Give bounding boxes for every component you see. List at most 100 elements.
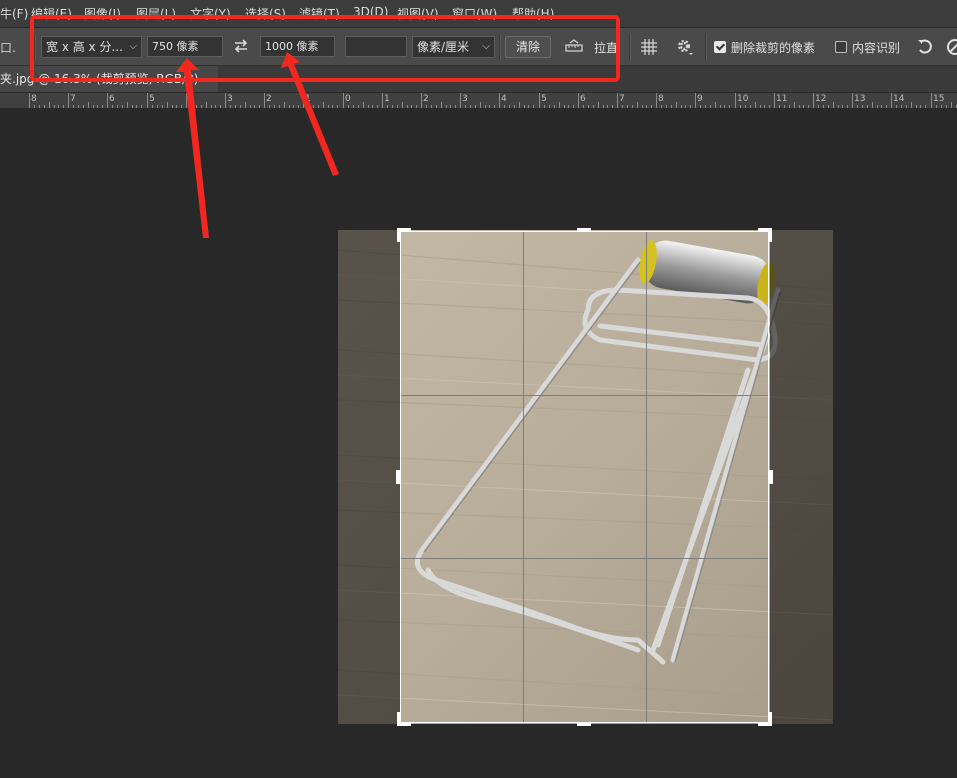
ruler-minor-tick xyxy=(368,105,369,108)
ruler-minor-tick xyxy=(886,105,887,108)
ruler-minor-tick xyxy=(102,105,103,108)
width-input[interactable]: 750 像素 xyxy=(147,36,223,57)
ruler-label: 0 xyxy=(345,94,351,104)
ruler-label: 7 xyxy=(619,94,625,104)
ruler-minor-tick xyxy=(196,105,197,108)
ruler-tick xyxy=(891,93,892,108)
ruler-minor-tick xyxy=(612,105,613,108)
clear-button[interactable]: 清除 xyxy=(505,36,551,58)
reset-icon[interactable] xyxy=(916,38,934,56)
units-select[interactable]: 像素/厘米 ⌵ xyxy=(412,36,495,58)
crop-handle-bottom-right[interactable] xyxy=(768,712,772,726)
ruler-minor-tick xyxy=(485,105,486,108)
menu-edit[interactable]: 编辑(E) xyxy=(31,5,72,22)
crop-grid-line xyxy=(523,232,524,722)
ruler-minor-tick xyxy=(274,105,275,108)
divider xyxy=(34,34,36,60)
menu-image[interactable]: 图像(I) xyxy=(84,5,121,22)
menu-layer[interactable]: 图层(L) xyxy=(136,5,176,22)
ruler-minor-tick xyxy=(308,105,309,108)
crop-handle-bottom-left[interactable] xyxy=(397,712,401,726)
ruler-minor-tick xyxy=(250,105,251,108)
crop-handle-top-right[interactable] xyxy=(768,228,772,242)
straighten-icon[interactable] xyxy=(565,39,583,53)
units-select-value: 像素/厘米 xyxy=(417,40,470,54)
ruler-minor-tick xyxy=(93,105,94,108)
ruler-minor-tick xyxy=(911,102,912,108)
height-input[interactable]: 1000 像素 xyxy=(260,36,335,57)
menu-window[interactable]: 窗口(W) xyxy=(452,5,497,22)
ruler-tick xyxy=(931,93,932,108)
content-aware-checkbox[interactable]: 内容识别 xyxy=(835,39,900,56)
ruler-minor-tick xyxy=(387,105,388,108)
ruler-label: 4 xyxy=(501,94,507,104)
ruler-minor-tick xyxy=(637,102,638,108)
ruler-minor-tick xyxy=(583,105,584,108)
ruler-minor-tick xyxy=(544,105,545,108)
ruler-minor-tick xyxy=(755,102,756,108)
ruler-minor-tick xyxy=(519,102,520,108)
ruler-label: 12 xyxy=(815,94,827,104)
crop-grid-line xyxy=(401,395,768,396)
menu-help[interactable]: 帮助(H) xyxy=(512,5,554,22)
ruler-minor-tick xyxy=(559,102,560,108)
ruler-minor-tick xyxy=(167,102,168,108)
ruler-minor-tick xyxy=(603,105,604,108)
crop-box[interactable] xyxy=(400,231,769,723)
ruler-tick xyxy=(578,93,579,108)
straighten-label[interactable]: 拉直 xyxy=(594,39,618,56)
crop-handle-top-left[interactable] xyxy=(397,228,401,242)
ruler-minor-tick xyxy=(936,105,937,108)
document-tab[interactable]: 夹.jpg @ 16.3% (裁剪预览, RGB/8) xyxy=(0,66,218,92)
ruler-minor-tick xyxy=(358,105,359,108)
ruler-minor-tick xyxy=(554,105,555,108)
ruler-minor-tick xyxy=(141,105,142,108)
resolution-input[interactable] xyxy=(345,36,407,57)
ruler-label: 9 xyxy=(697,94,703,104)
crop-handle-bottom[interactable] xyxy=(577,722,591,726)
menu-file[interactable]: 牛(F) xyxy=(0,5,28,22)
ruler-minor-tick xyxy=(666,105,667,108)
ruler-minor-tick xyxy=(509,105,510,108)
menu-select[interactable]: 选择(S) xyxy=(245,5,286,22)
ruler-minor-tick xyxy=(494,105,495,108)
delete-cropped-checkbox[interactable]: 删除裁剪的像素 xyxy=(714,39,815,56)
tool-preset-picker[interactable]: 口. xyxy=(0,39,16,56)
overlay-grid-icon[interactable] xyxy=(640,38,658,56)
crop-grid-line xyxy=(646,232,647,722)
ruler-minor-tick xyxy=(916,105,917,108)
ruler-label: 6 xyxy=(109,94,115,104)
ruler-minor-tick xyxy=(906,105,907,108)
ratio-select[interactable]: 宽 x 高 x 分... ⌵ xyxy=(41,36,142,58)
ruler-minor-tick xyxy=(49,102,50,108)
crop-handle-right[interactable] xyxy=(769,470,773,484)
cancel-icon[interactable] xyxy=(946,38,957,56)
ruler-minor-tick xyxy=(353,105,354,108)
ruler-minor-tick xyxy=(392,105,393,108)
ruler-minor-tick xyxy=(254,105,255,108)
ruler-tick xyxy=(186,93,187,108)
ruler-minor-tick xyxy=(298,105,299,108)
ruler-minor-tick xyxy=(622,105,623,108)
menu-3d[interactable]: 3D(D) xyxy=(353,5,388,19)
ruler-minor-tick xyxy=(470,105,471,108)
ruler-minor-tick xyxy=(475,105,476,108)
settings-gear-icon[interactable] xyxy=(675,38,693,56)
menu-type[interactable]: 文字(Y) xyxy=(190,5,231,22)
ruler-minor-tick xyxy=(455,105,456,108)
ruler-minor-tick xyxy=(230,105,231,108)
ruler-minor-tick xyxy=(862,105,863,108)
ruler-minor-tick xyxy=(925,105,926,108)
swap-dimensions-icon[interactable] xyxy=(232,38,250,54)
menu-view[interactable]: 视图(V) xyxy=(397,5,439,22)
menu-filter[interactable]: 滤镜(T) xyxy=(299,5,340,22)
ruler-minor-tick xyxy=(676,102,677,108)
ruler-minor-tick xyxy=(528,105,529,108)
horizontal-ruler[interactable]: 8 7 6 5 4 3 2 1 0 1 2 3 4 5 6 7 8 9 10 11 12 13 14 15 xyxy=(0,93,957,109)
ruler-minor-tick xyxy=(426,105,427,108)
crop-handle-top[interactable] xyxy=(577,228,591,232)
ruler-minor-tick xyxy=(58,105,59,108)
crop-handle-left[interactable] xyxy=(396,470,400,484)
ruler-minor-tick xyxy=(799,105,800,108)
ruler-minor-tick xyxy=(872,102,873,108)
